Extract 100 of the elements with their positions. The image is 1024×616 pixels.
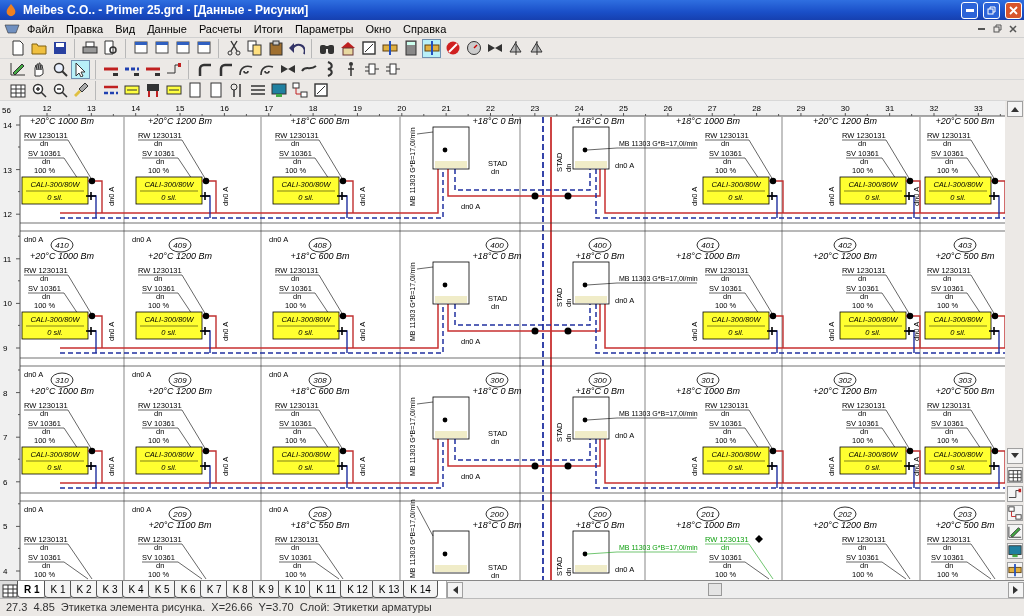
minimize-button[interactable] <box>961 1 978 19</box>
menu-item[interactable]: Правка <box>61 21 109 36</box>
close-button[interactable] <box>1005 1 1022 19</box>
radiator-box <box>21 311 89 340</box>
valve-icon <box>85 326 97 336</box>
status-field: 4.85 <box>33 601 55 613</box>
restore-icon[interactable] <box>992 24 1002 33</box>
sheet-tab[interactable]: R 1 <box>17 581 47 598</box>
menu-item[interactable]: Данные <box>142 21 192 36</box>
menu-item[interactable]: Справка <box>398 21 452 36</box>
room-number: 302 <box>833 372 857 388</box>
pump-icon <box>144 82 161 98</box>
valve-icon <box>903 461 915 471</box>
toolbar-button[interactable] <box>71 59 90 79</box>
side-tool-button[interactable] <box>1006 562 1023 578</box>
toolbar-button[interactable] <box>101 38 120 58</box>
valve-icon <box>531 192 539 200</box>
toolbar-button[interactable] <box>245 38 264 58</box>
sheet-nav-button[interactable] <box>0 581 20 598</box>
leader-line <box>23 274 93 316</box>
toolbar-button[interactable] <box>422 38 441 58</box>
toolbar-button[interactable] <box>527 38 546 58</box>
room-heat-label: +20°C 500 Вт <box>935 386 995 396</box>
leader-line <box>704 409 774 451</box>
toolbar-button[interactable] <box>464 38 483 58</box>
scroll-left-button[interactable] <box>446 581 463 598</box>
room-number: 209 <box>168 506 192 522</box>
room-heat-label: +20°C 1200 Вт <box>813 386 877 396</box>
side-tool-button[interactable] <box>1006 524 1023 540</box>
ruler-label: 4 <box>3 567 8 576</box>
minimize-icon[interactable] <box>977 27 985 30</box>
valve-icon <box>339 447 347 455</box>
toolbar-button[interactable] <box>266 38 285 58</box>
sensor-icon <box>582 551 588 557</box>
window-icon <box>153 40 170 56</box>
room-heat-label: +20°C 1000 Вт <box>30 251 94 261</box>
sensor-icon <box>582 417 588 423</box>
toolbar-button[interactable] <box>380 38 399 58</box>
valve-icon <box>336 191 348 201</box>
valve-icon <box>339 312 347 320</box>
sensor-icon <box>582 147 588 153</box>
valve-icon <box>991 177 999 185</box>
monitor-icon <box>270 82 287 98</box>
radiator-box <box>924 311 992 340</box>
valve-icon <box>988 461 1000 471</box>
scroll-thumb[interactable] <box>708 583 723 596</box>
close-icon[interactable] <box>1009 24 1017 33</box>
radiator-box <box>21 176 89 205</box>
ruler-label: 24 <box>574 104 584 113</box>
radiator-box <box>21 446 89 475</box>
gauge-icon <box>465 40 482 56</box>
ruler-label: 23 <box>530 104 540 113</box>
app-icon <box>4 3 18 17</box>
dropdown-button[interactable] <box>1006 448 1023 464</box>
room-number: 208 <box>308 506 332 522</box>
ruler-label: 29 <box>796 104 806 113</box>
caret-icon <box>1010 106 1019 112</box>
menu-item[interactable]: Файл <box>22 21 60 36</box>
leader-line <box>274 409 344 451</box>
room-number: 300 <box>588 372 612 388</box>
sheet-tab[interactable]: K 14 <box>403 581 438 598</box>
menu-item[interactable]: Расчеты <box>193 21 247 36</box>
ruler-label: 21 <box>441 104 451 113</box>
valve-icon <box>906 447 914 455</box>
toolbar-button[interactable] <box>224 38 243 58</box>
valve-icon <box>339 177 347 185</box>
sheet-tab[interactable]: K 12 <box>340 581 375 598</box>
pencil-chart-icon <box>1007 524 1022 540</box>
ruler-corner: 56 <box>2 106 11 115</box>
radiator-box <box>839 311 907 340</box>
toolbar-button[interactable] <box>290 80 309 100</box>
side-tool-button[interactable] <box>1006 543 1023 559</box>
ruler-label: 20 <box>397 104 407 113</box>
manifold-box <box>572 126 610 170</box>
scroll-right-button[interactable] <box>1008 581 1024 598</box>
leader-line <box>23 409 93 451</box>
menu-item[interactable]: Окно <box>360 21 397 36</box>
leader-line <box>841 139 911 181</box>
toolbar-button[interactable] <box>311 80 330 100</box>
menu-item[interactable]: Параметры <box>289 21 359 36</box>
room-number: 408 <box>308 237 332 253</box>
toolbar-button[interactable] <box>269 80 288 100</box>
side-tool-button[interactable] <box>1006 467 1023 483</box>
restore-button[interactable] <box>983 1 1000 19</box>
valve-icon <box>199 191 211 201</box>
room-heat-label: +20°C 1200 Вт <box>813 251 877 261</box>
toolbar-button[interactable] <box>359 38 378 58</box>
caret-icon <box>1010 453 1019 459</box>
side-tool-button[interactable] <box>1006 486 1023 502</box>
drawing-canvas[interactable] <box>0 101 1005 580</box>
printer-icon <box>81 40 98 56</box>
menu-item[interactable]: Вид <box>110 21 141 36</box>
frame-icon <box>360 40 377 56</box>
toolbar-button[interactable] <box>506 38 525 58</box>
room-number: 202 <box>833 506 857 522</box>
scroll-up-button[interactable] <box>1006 101 1023 117</box>
menu-item[interactable]: Итоги <box>248 21 288 36</box>
room-heat-label: +20°C 500 Вт <box>935 116 995 126</box>
side-tool-button[interactable] <box>1006 505 1023 521</box>
leader-line <box>416 131 434 135</box>
